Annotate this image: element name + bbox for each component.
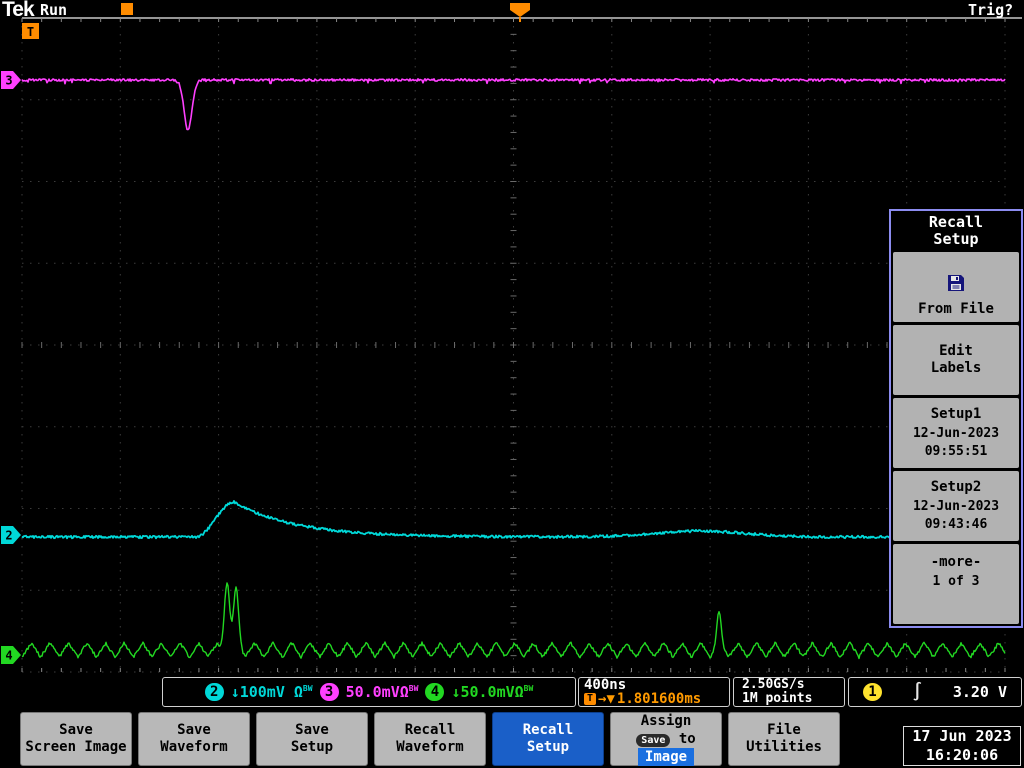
datetime-display: 17 Jun 2023 16:20:06 <box>903 726 1021 766</box>
trigger-status: Trig? <box>968 1 1013 19</box>
assign-target: Image <box>638 748 694 766</box>
more-page: 1 of 3 <box>933 574 980 590</box>
trigger-readout: 1 ∫ 3.20 V <box>848 677 1022 707</box>
side-menu-recall-setup: Recall Setup From File Edit Labels Setup… <box>889 209 1023 628</box>
ch4-badge[interactable]: 4 <box>425 683 444 701</box>
trigger-level-flag[interactable]: T <box>22 23 39 39</box>
side-menu-edit-labels-button[interactable]: Edit Labels <box>893 325 1019 395</box>
sample-rate: 2.50GS/s <box>742 678 805 692</box>
ch2-marker[interactable]: 2 <box>1 526 21 544</box>
record-length: 1M points <box>742 692 812 706</box>
from-file-label: From File <box>918 301 994 318</box>
save-key-icon: Save <box>636 734 670 747</box>
ch4-scale: ↓50.0mVΩBW <box>451 683 533 701</box>
setup2-time: 09:43:46 <box>925 517 988 533</box>
svg-text:4: 4 <box>5 649 12 663</box>
recall-setup-button[interactable]: Recall Setup <box>492 712 604 766</box>
side-menu-setup2-button[interactable]: Setup2 12-Jun-2023 09:43:46 <box>893 471 1019 541</box>
save-waveform-button[interactable]: Save Waveform <box>138 712 250 766</box>
tek-logo: Tek <box>2 0 34 22</box>
setup2-date: 12-Jun-2023 <box>913 499 999 515</box>
setup1-date: 12-Jun-2023 <box>913 426 999 442</box>
waveforms <box>22 79 1005 659</box>
setup1-label: Setup1 <box>931 406 982 423</box>
timebase-scale: 400ns <box>584 678 626 692</box>
trigger-level: 3.20 V <box>953 683 1007 701</box>
scope-display: T 3 2 4 <box>0 0 1024 768</box>
file-utilities-button[interactable]: File Utilities <box>728 712 840 766</box>
side-menu-title: Recall Setup <box>893 213 1019 249</box>
ch2-badge[interactable]: 2 <box>205 683 224 701</box>
assign-line1: Assign <box>641 712 692 730</box>
save-screen-image-button[interactable]: Save Screen Image <box>20 712 132 766</box>
assign-line2: Save to <box>636 730 695 748</box>
save-setup-button[interactable]: Save Setup <box>256 712 368 766</box>
rising-edge-icon: ∫ <box>912 682 922 702</box>
acquisition-status: Run <box>40 1 67 19</box>
graticule <box>22 18 1022 672</box>
ch3-waveform <box>22 79 1005 130</box>
time-label: 16:20:06 <box>926 746 998 765</box>
acquisition-readout: 2.50GS/s 1M points <box>733 677 845 707</box>
floppy-disk-icon <box>946 256 966 298</box>
svg-text:2: 2 <box>5 529 12 543</box>
ch3-marker[interactable]: 3 <box>1 71 21 89</box>
trigger-position-readout: T→▼1.801600ms <box>584 692 701 706</box>
svg-text:T: T <box>27 25 34 39</box>
recall-waveform-button[interactable]: Recall Waveform <box>374 712 486 766</box>
ch3-scale: 50.0mVΩBW <box>346 683 419 701</box>
bottom-menu: Save Screen Image Save Waveform Save Set… <box>20 712 840 766</box>
channel-readouts: 2 ↓100mV ΩBW 3 50.0mVΩBW 4 ↓50.0mVΩBW <box>162 677 576 707</box>
trigger-source-badge[interactable]: 1 <box>863 683 882 701</box>
setup2-label: Setup2 <box>931 479 982 496</box>
trigger-t-icon: T <box>584 693 596 705</box>
ch4-marker[interactable]: 4 <box>1 646 21 664</box>
side-menu-from-file-button[interactable]: From File <box>893 252 1019 322</box>
assign-save-button[interactable]: Assign Save to Image <box>610 712 722 766</box>
date-label: 17 Jun 2023 <box>912 727 1011 746</box>
ch3-badge[interactable]: 3 <box>320 683 339 701</box>
timebase-readout: 400ns T→▼1.801600ms <box>578 677 730 707</box>
more-label: -more- <box>931 554 982 571</box>
setup1-time: 09:55:51 <box>925 444 988 460</box>
acquisition-marker-icon <box>121 3 133 15</box>
side-menu-setup1-button[interactable]: Setup1 12-Jun-2023 09:55:51 <box>893 398 1019 468</box>
svg-text:3: 3 <box>5 74 12 88</box>
side-menu-more-button[interactable]: -more- 1 of 3 <box>893 544 1019 624</box>
ch2-scale: ↓100mV ΩBW <box>231 683 313 701</box>
